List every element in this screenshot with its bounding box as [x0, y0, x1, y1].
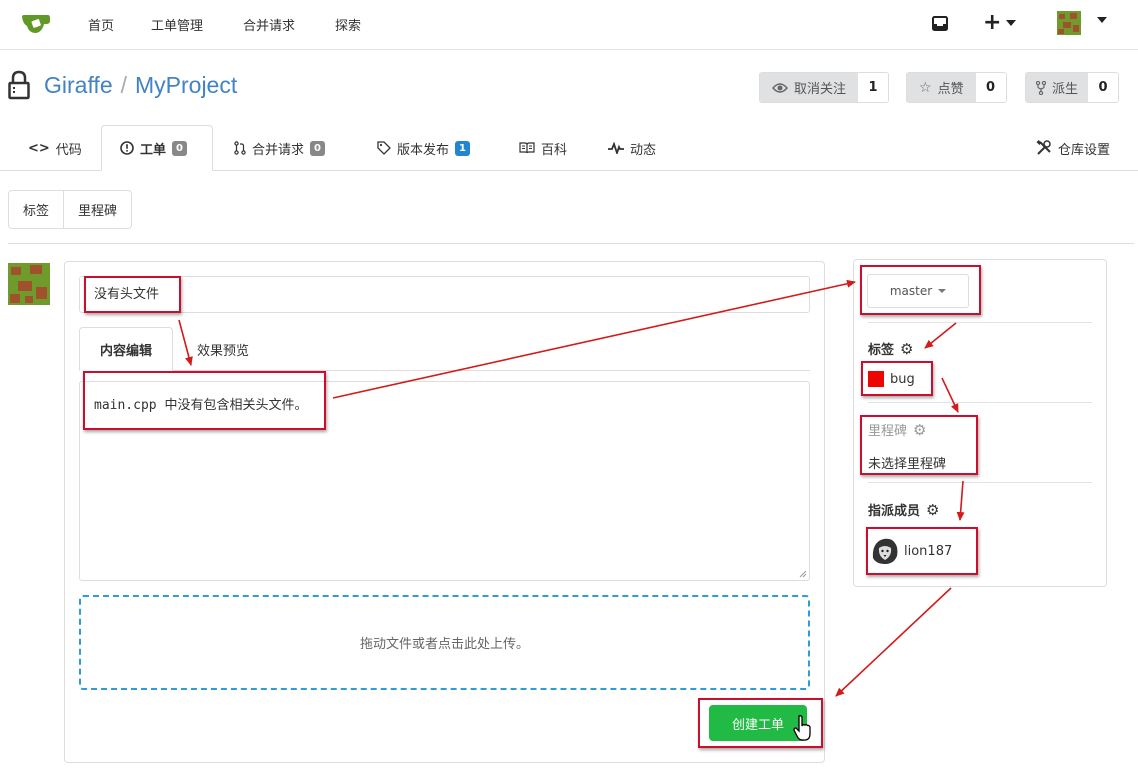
tab-settings[interactable]: 仓库设置: [1036, 125, 1110, 171]
gitea-logo-icon[interactable]: [20, 12, 52, 36]
annotation-box: [84, 276, 181, 313]
tab-releases[interactable]: 版本发布 1: [377, 125, 471, 171]
divider: [8, 243, 1134, 244]
dropzone-text: 拖动文件或者点击此处上传。: [359, 637, 529, 652]
releases-count-badge: 1: [455, 140, 471, 156]
tab-preview[interactable]: 效果预览: [177, 327, 269, 371]
star-label: 点赞: [937, 82, 964, 97]
gear-icon: ⚙: [900, 339, 914, 358]
pulse-icon: [608, 142, 624, 154]
chevron-down-icon: [1006, 20, 1017, 26]
tab-pulls[interactable]: 合并请求 0: [234, 125, 326, 171]
tab-issues-label: 工单: [140, 142, 167, 158]
lock-icon: [8, 70, 30, 100]
nav-pulls[interactable]: 合并请求: [243, 15, 295, 34]
annotation-box: [866, 527, 978, 575]
nav-home[interactable]: 首页: [88, 15, 114, 34]
avatar: [8, 263, 50, 305]
avatar[interactable]: [1057, 11, 1081, 35]
book-icon: [519, 142, 535, 154]
divider: [868, 482, 1092, 483]
tab-releases-label: 版本发布: [397, 142, 450, 158]
tag-icon: [377, 141, 391, 155]
annotation-box: [698, 698, 823, 748]
gear-icon: ⚙: [926, 500, 940, 519]
resize-handle-icon[interactable]: [797, 568, 807, 578]
milestones-link[interactable]: 里程碑: [63, 191, 131, 228]
issue-title-input[interactable]: 没有头文件: [79, 276, 810, 313]
annotation-box: [860, 415, 978, 475]
watch-count[interactable]: 1: [858, 73, 889, 102]
star-button[interactable]: ☆ 点赞 0: [906, 72, 1007, 103]
fork-icon: [1036, 80, 1046, 95]
annotation-box: [860, 265, 981, 315]
labels-selector[interactable]: 标签 ⚙: [868, 339, 914, 359]
repo-separator: /: [120, 72, 127, 98]
repo-title: Giraffe / MyProject: [44, 72, 237, 99]
fork-label: 派生: [1052, 82, 1079, 97]
plus-icon: +: [983, 10, 1002, 35]
divider: [868, 322, 1092, 323]
tab-code-label: 代码: [55, 142, 82, 158]
issues-count-badge: 0: [172, 140, 188, 156]
tab-code[interactable]: <> 代码: [28, 125, 82, 171]
watch-button[interactable]: 取消关注 1: [759, 72, 890, 103]
repo-name-link[interactable]: MyProject: [135, 72, 237, 98]
tab-write[interactable]: 内容编辑: [79, 327, 174, 371]
pulls-count-badge: 0: [310, 140, 326, 156]
repo-tabs: <> 代码 工单 0 合并请求 0 版本发布 1 百科 动态 仓库设置: [0, 125, 1138, 171]
star-icon: ☆: [919, 79, 932, 96]
annotation-box: [83, 371, 326, 430]
star-count[interactable]: 0: [975, 73, 1006, 102]
divider: [868, 402, 1092, 403]
fork-button[interactable]: 派生 0: [1025, 72, 1120, 103]
file-dropzone[interactable]: 拖动文件或者点击此处上传。: [79, 595, 810, 690]
tab-wiki-label: 百科: [541, 142, 568, 158]
watch-label: 取消关注: [794, 82, 847, 97]
editor-tabs: 内容编辑 效果预览: [79, 327, 810, 371]
nav-issues[interactable]: 工单管理: [151, 15, 203, 34]
repo-owner-link[interactable]: Giraffe: [44, 72, 113, 98]
labels-heading: 标签: [868, 343, 895, 358]
tab-pulls-label: 合并请求: [252, 142, 305, 158]
pull-request-icon: [234, 141, 246, 155]
repo-header: Giraffe / MyProject 取消关注 1 ☆ 点赞 0 派生 0: [0, 50, 1138, 125]
tab-activity-label: 动态: [630, 142, 657, 158]
user-menu-chevron-icon[interactable]: [1097, 17, 1107, 23]
issue-submenu: 标签 里程碑: [8, 190, 133, 229]
fork-count[interactable]: 0: [1088, 73, 1119, 102]
assignees-selector[interactable]: 指派成员 ⚙: [868, 500, 940, 520]
nav-explore[interactable]: 探索: [335, 15, 361, 34]
tab-activity[interactable]: 动态: [608, 125, 656, 171]
tab-wiki[interactable]: 百科: [519, 125, 567, 171]
tab-issues[interactable]: 工单 0: [101, 125, 213, 171]
tab-settings-label: 仓库设置: [1058, 142, 1111, 158]
top-navbar: 首页 工单管理 合并请求 探索 +: [0, 0, 1138, 50]
tools-icon: [1036, 140, 1051, 155]
annotation-box: [861, 361, 933, 396]
code-icon: <>: [28, 140, 50, 156]
create-menu[interactable]: +: [983, 10, 1017, 35]
eye-icon: [772, 82, 788, 93]
inbox-icon[interactable]: [932, 16, 948, 31]
assignees-heading: 指派成员: [868, 504, 921, 519]
labels-link[interactable]: 标签: [9, 191, 63, 228]
issue-icon: [120, 141, 134, 155]
